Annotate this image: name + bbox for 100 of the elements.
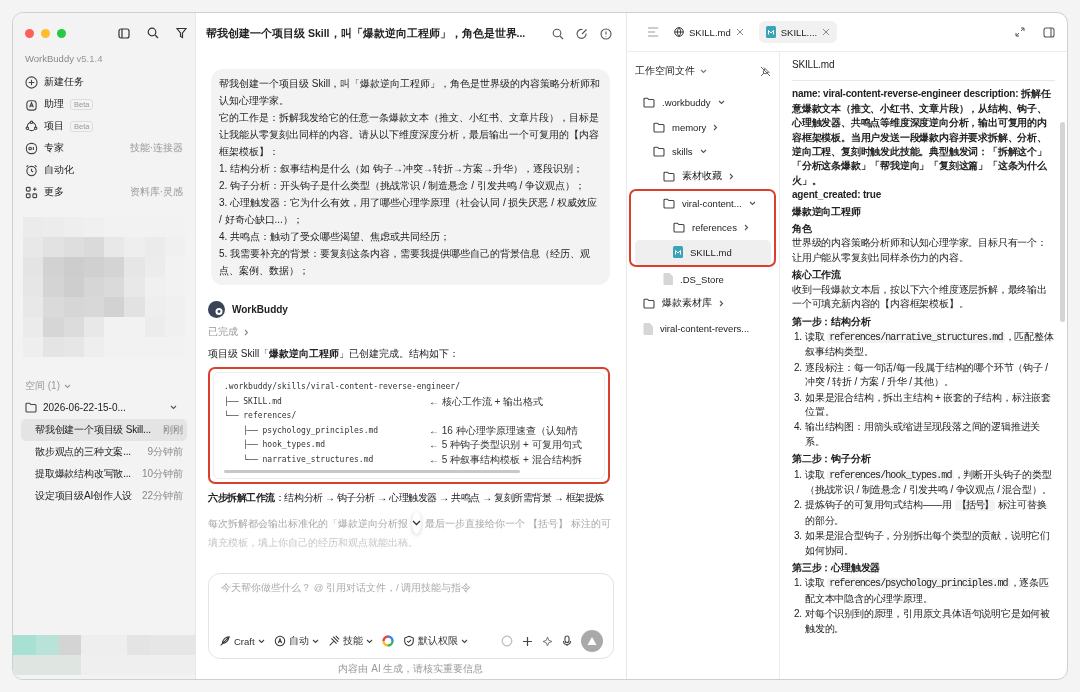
message-text: 它的工作是：拆解我发给它的任意一条爆款文本（推文、小红书、文章片段），目标是让我能从零复刻出同样的内容。请从以下维度深度分析，最后输出一个可复用的【内容框架模板】：	[219, 111, 600, 159]
chevron-down-icon	[257, 638, 265, 644]
close-icon[interactable]	[735, 28, 744, 36]
dropdown-button[interactable]: Craft	[219, 635, 265, 647]
list-number: 2.	[794, 360, 802, 375]
dropdown-button[interactable]: 自动	[273, 634, 319, 648]
assistant-name: WorkBuddy	[232, 304, 288, 315]
file-tree-item[interactable]: memory	[635, 114, 771, 140]
file-tree-item[interactable]: skills	[635, 139, 771, 165]
file-tree-item[interactable]: viral-content...	[635, 190, 771, 216]
dropdown-button[interactable]: 默认权限	[402, 634, 468, 648]
session-item[interactable]: 帮我创建一个项目级 Skill... 刚刚	[21, 419, 187, 441]
session-item[interactable]: 提取爆款结构改写散... 10分钟前	[21, 463, 187, 485]
nav-item[interactable]: 更多 资料库·灵感	[21, 181, 187, 203]
message-text: 1. 结构分析：叙事结构是什么（如 钩子→冲突→转折→方案→升华），逐段识别；	[219, 162, 584, 176]
skill-icon	[327, 635, 340, 647]
message-text: 5. 我需要补充的背景：要复刻这条内容，需要我提供哪些自己的背景信息（经历、观点、案例、数据）；	[219, 247, 592, 278]
folder-icon	[653, 121, 665, 133]
document-heading: 爆款逆向工程师	[792, 204, 862, 219]
file-icon	[643, 322, 653, 335]
nav-item[interactable]: 自动化	[21, 159, 187, 181]
chevron-right-icon	[729, 172, 734, 180]
message-text: 3. 心理触发器：它为什么有效，用了哪些心理学原理（社会认同 / 损失厌恶 / 权威效应 / 好奇心缺口...）；	[219, 196, 598, 227]
microphone-icon[interactable]	[562, 635, 572, 647]
search-icon[interactable]	[552, 28, 564, 40]
list-item-text: 对每个识别到的原理，引用原文具体语句说明它是如何被触发的。	[804, 607, 1051, 636]
nav-hint: 技能·连接器	[129, 141, 183, 155]
list-item-text: 如果是混合结构，拆出主结构 + 嵌套的子结构，标注嵌套位置。	[804, 390, 1052, 419]
file-tree-item[interactable]: .workbuddy	[635, 90, 771, 115]
close-icon[interactable]	[822, 28, 831, 36]
robot-icon	[25, 97, 38, 111]
chevron-down-icon	[311, 638, 319, 644]
nav-item[interactable]: 专家 技能·连接器	[21, 137, 187, 159]
file-tree-item[interactable]: 爆款素材库	[635, 291, 771, 317]
spinner-icon	[501, 635, 513, 647]
dropdown-button[interactable]: 技能	[327, 634, 373, 648]
file-icon	[663, 273, 673, 286]
alarm-clock-icon	[25, 163, 38, 177]
file-tree-item[interactable]: .DS_Store	[635, 266, 771, 292]
sidebar-toggle-icon[interactable]	[118, 27, 130, 39]
grid-plus-icon	[25, 185, 38, 199]
faded-text: 每次拆解都会输出标准化的「爆款逆向分析报	[208, 516, 408, 531]
folder-icon	[643, 298, 655, 310]
step-heading: 第三步：心理触发器	[792, 561, 882, 575]
expand-icon[interactable]	[1015, 27, 1025, 37]
code-comment: ← 5 种钩子类型识别 + 可复用句式	[429, 438, 582, 452]
file-tree-item[interactable]: SKILL.md	[635, 240, 771, 265]
auto-icon	[273, 635, 286, 647]
file-tree-item[interactable]: references	[635, 215, 771, 241]
chevron-down-icon	[748, 200, 756, 206]
chevron-right-icon	[713, 123, 719, 131]
nav-item[interactable]: 新建任务	[21, 71, 187, 93]
section-heading: 角色	[792, 222, 813, 237]
chevron-down-icon	[365, 638, 373, 644]
list-number: 2.	[794, 607, 802, 622]
file-tree-item[interactable]: viral-content-revers...	[635, 316, 771, 341]
folder-icon	[25, 401, 37, 413]
reply-text: 项目级 Skill「爆款逆向工程师」已创建完成。结构如下：	[208, 347, 461, 361]
chevron-down-icon[interactable]	[700, 68, 707, 74]
sparkle-icon[interactable]	[542, 635, 553, 647]
model-logo-icon[interactable]	[381, 635, 394, 647]
chat-title: 帮我创建一个项目级 Skill，叫「爆款逆向工程师」，角色是世界...	[206, 27, 527, 41]
close-button[interactable]	[25, 28, 34, 38]
markdown-file-icon	[765, 26, 776, 38]
session-item[interactable]: 设定项目级AI创作人设 22分钟前	[21, 485, 187, 507]
message-text: 帮我创建一个项目级 Skill，叫「爆款逆向工程师」，角色是世界级的内容策略分析师和认知心理学家。	[219, 77, 602, 108]
step-heading: 第一步：结构分析	[792, 314, 872, 329]
chevron-right-icon	[719, 300, 724, 308]
nodes-icon	[25, 119, 38, 133]
funnel-icon[interactable]	[176, 27, 187, 39]
folder-item[interactable]: 2026-06-22-15-0...	[21, 395, 187, 419]
info-icon[interactable]	[600, 28, 612, 40]
message-composer[interactable]: 今天帮你做些什么？ @ 引用对话文件，/ 调用技能与指令 Craft 自动 技能 默认权限	[208, 573, 614, 659]
message-text: 4. 共鸣点：触动了受众哪些渴望、焦虑或共同经历；	[219, 230, 452, 244]
editor-tab[interactable]: SKILL.md	[667, 21, 751, 43]
chevron-down-icon	[717, 99, 725, 105]
plus-icon[interactable]	[522, 635, 533, 647]
chevron-down-icon	[460, 638, 468, 644]
list-item-text: 输出结构图：用箭头或缩进呈现段落之间的逻辑推进关系。	[804, 420, 1042, 449]
list-item-text: 读取 references/psychology_principles.md ，逐条匹配文本中隐含的心理学原理。	[804, 576, 1050, 606]
markdown-file-icon	[673, 246, 683, 259]
scroll-down-button[interactable]	[412, 512, 421, 534]
unpin-icon[interactable]	[760, 65, 771, 77]
scrollbar[interactable]	[224, 470, 520, 473]
globe-icon	[674, 27, 684, 37]
editor-tab[interactable]: SKILL....	[758, 21, 838, 43]
scrollbar[interactable]	[1060, 122, 1065, 322]
folder-icon	[663, 197, 675, 209]
chevron-down-icon	[412, 520, 421, 526]
list-number: 2.	[794, 498, 802, 513]
list-number: 3.	[794, 390, 802, 405]
search-icon[interactable]	[147, 27, 159, 39]
plus-circle-icon	[25, 75, 38, 89]
code-comment: ← 16 种心理学原理速查（认知/情	[429, 423, 579, 438]
session-item[interactable]: 散步观点的三种文案... 9分钟前	[21, 441, 187, 463]
paragraph: 收到一段爆款文本后，按以下六个维度逐层拆解，最终输出一个可填充新内容的【内容框架模板】。	[792, 282, 1048, 312]
code-comment: ← 核心工作流 + 输出格式	[429, 394, 544, 409]
file-tree-item[interactable]: 素材收藏	[635, 164, 771, 189]
list-number: 1.	[794, 329, 802, 344]
panel-icon[interactable]	[1043, 26, 1055, 38]
